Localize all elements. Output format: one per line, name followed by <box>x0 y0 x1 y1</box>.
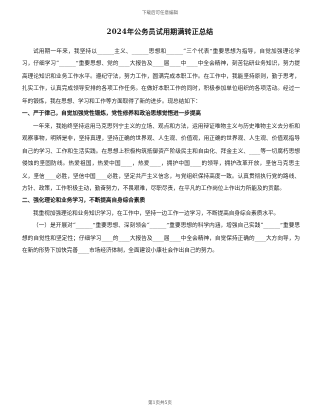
section-1-paragraph: 一年来，我始终坚持运用马克思列宁主义的立场、观点和方法，运用辩证唯物主义与历史唯… <box>22 123 300 192</box>
section-2-item-1: （一）是开展对“______”重要思想、深刻领会“______”重要思想的科学内… <box>22 223 300 255</box>
section-heading-2: 二、强化理论和业务学习，不断提高自身综合素质 <box>22 198 146 205</box>
section-heading-1: 一、严于律己，自觉加强党性锻炼，党性修养和政治思想觉悟进一步提高 <box>22 111 202 118</box>
header-note: 下载后可任意编辑 <box>142 11 178 16</box>
document-body: 试用期一年来，我坚持以______主义、______思想和______“三个代表… <box>22 46 300 258</box>
section-2-paragraph: 我重视加强理论和业务知识学习，在工作中，坚持一边工作一边学习，不断提高自身综合素… <box>33 210 280 217</box>
intro-paragraph: 试用期一年来，我坚持以______主义、______思想和______“三个代表… <box>22 49 300 105</box>
document-title: 2024年公务员试用期满转正总结 <box>106 27 214 36</box>
page-number: 第1页共5页 <box>148 401 172 406</box>
document-page: 下载后可任意编辑 2024年公务员试用期满转正总结 试用期一年来，我坚持以___… <box>0 0 320 414</box>
